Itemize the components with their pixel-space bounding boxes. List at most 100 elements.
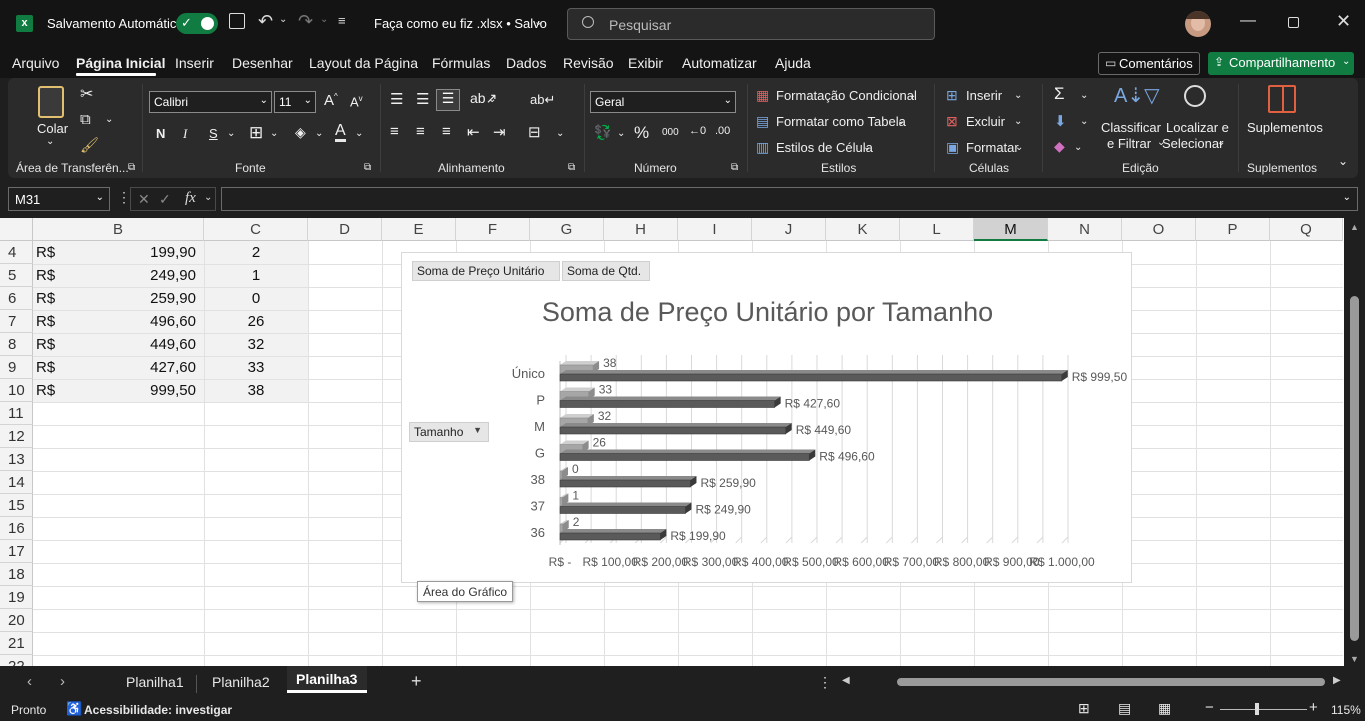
horizontal-scroll-thumb[interactable]	[897, 678, 1325, 686]
find-select-label-1[interactable]: Localizar e	[1166, 120, 1229, 135]
chevron-down-icon[interactable]: ⌄	[1014, 90, 1022, 101]
column-header-m[interactable]: M	[974, 218, 1048, 241]
cell-qty[interactable]: 38	[205, 379, 307, 402]
format-painter-icon[interactable]: 🖌	[80, 136, 99, 154]
name-box[interactable]: M31 ⌄	[8, 187, 110, 211]
tab-dados[interactable]: Dados	[506, 55, 546, 71]
paste-icon[interactable]	[38, 86, 64, 118]
add-sheet-icon[interactable]: +	[411, 671, 422, 692]
delete-cells-icon[interactable]: ⊠	[946, 113, 958, 130]
cell-currency[interactable]: R$	[36, 241, 55, 264]
cell-currency[interactable]: R$	[36, 264, 55, 287]
format-cells-icon[interactable]: ▣	[946, 139, 959, 156]
search-box[interactable]: Pesquisar	[567, 8, 935, 40]
row-header-7[interactable]: 7	[0, 310, 33, 333]
align-left-icon[interactable]: ≡	[390, 123, 399, 140]
insert-cells-icon[interactable]: ⊞	[946, 87, 958, 104]
undo-dropdown-icon[interactable]: ⌄	[279, 14, 287, 25]
next-sheet-icon[interactable]: ›	[60, 673, 65, 690]
font-size-select[interactable]: 11 ⌄	[274, 91, 316, 113]
tab-layout[interactable]: Layout da Página	[309, 55, 418, 71]
redo-dropdown-icon[interactable]: ⌄	[320, 14, 328, 25]
accounting-format-icon[interactable]: 💱	[594, 124, 611, 141]
cell-price[interactable]: 999,50	[110, 379, 196, 402]
cut-icon[interactable]: ✂	[80, 84, 93, 104]
save-icon[interactable]	[229, 13, 245, 29]
cell-qty[interactable]: 2	[205, 241, 307, 264]
row-header-4[interactable]: 4	[0, 241, 33, 264]
borders-icon[interactable]: ⊞	[249, 123, 263, 143]
tab-ajuda[interactable]: Ajuda	[775, 55, 811, 71]
column-header-c[interactable]: C	[204, 218, 308, 241]
cell-currency[interactable]: R$	[36, 333, 55, 356]
format-cells-button[interactable]: Formatar	[966, 140, 1019, 155]
column-header-p[interactable]: P	[1196, 218, 1270, 241]
clear-icon[interactable]: ◆	[1054, 138, 1065, 155]
dialog-launcher-icon[interactable]: ⧉	[364, 162, 371, 173]
cell-qty[interactable]: 1	[205, 264, 307, 287]
vertical-scrollbar[interactable]: ▲ ▼	[1344, 218, 1365, 666]
cell-styles-icon[interactable]: ▥	[756, 139, 769, 156]
page-layout-icon[interactable]: ▤	[1118, 700, 1131, 717]
row-header-12[interactable]: 12	[0, 425, 33, 448]
normal-view-icon[interactable]: ⊞	[1078, 700, 1090, 717]
dialog-launcher-icon[interactable]: ⧉	[568, 162, 575, 173]
column-header-i[interactable]: I	[678, 218, 752, 241]
cell-price[interactable]: 199,90	[110, 241, 196, 264]
tab-automatizar[interactable]: Automatizar	[682, 55, 757, 71]
add-ins-button[interactable]: Suplementos	[1247, 120, 1323, 135]
scroll-left-icon[interactable]: ◀	[842, 675, 850, 686]
active-sheet-tab[interactable]: Planilha3	[287, 666, 367, 693]
cell-price[interactable]: 449,60	[110, 333, 196, 356]
column-header-j[interactable]: J	[752, 218, 826, 241]
zoom-level[interactable]: 115%	[1331, 703, 1361, 717]
decrease-font-icon[interactable]: Av	[350, 94, 363, 109]
row-header-17[interactable]: 17	[0, 540, 33, 563]
find-select-icon[interactable]	[1184, 85, 1206, 107]
cancel-icon[interactable]: ✕	[138, 191, 150, 208]
copy-icon[interactable]: ⧉	[80, 111, 91, 128]
row-header-15[interactable]: 15	[0, 494, 33, 517]
paste-label[interactable]: Colar	[37, 121, 68, 136]
chevron-down-icon[interactable]: ⌄	[1080, 90, 1088, 101]
chevron-down-icon[interactable]: ⌄	[227, 128, 235, 139]
cell-price[interactable]: 427,60	[110, 356, 196, 379]
column-header-f[interactable]: F	[456, 218, 530, 241]
merge-center-icon[interactable]: ⊟	[528, 123, 541, 141]
increase-decimal-icon[interactable]: ←0	[689, 125, 706, 137]
font-name-select[interactable]: Calibri ⌄	[149, 91, 272, 113]
accessibility-icon[interactable]: ♿	[66, 701, 82, 717]
column-header-l[interactable]: L	[900, 218, 974, 241]
chart-plot[interactable]: Único 38 R$ 999,50 P 33 R$ 427,60 M 32 R$ 449,60…	[402, 253, 1133, 584]
thousands-button[interactable]: 000	[662, 127, 679, 138]
cell-price[interactable]: 249,90	[110, 264, 196, 287]
sort-filter-label-2[interactable]: e Filtrar	[1107, 136, 1151, 151]
avatar[interactable]	[1185, 11, 1211, 37]
align-center-icon[interactable]: ≡	[416, 123, 425, 140]
format-as-table-button[interactable]: Formatar como Tabela	[776, 114, 906, 129]
chevron-down-icon[interactable]: ⌄	[908, 90, 916, 101]
sort-filter-icon[interactable]: A⇣▽	[1114, 83, 1159, 108]
dialog-launcher-icon[interactable]: ⧉	[731, 162, 738, 173]
tab-revisao[interactable]: Revisão	[563, 55, 614, 71]
tab-desenhar[interactable]: Desenhar	[232, 55, 293, 71]
row-header-22[interactable]: 22	[0, 655, 33, 666]
column-header-b[interactable]: B	[33, 218, 204, 241]
conditional-format-icon[interactable]: ▦	[756, 87, 769, 104]
row-header-16[interactable]: 16	[0, 517, 33, 540]
accessibility-status[interactable]: Acessibilidade: investigar	[84, 703, 232, 717]
decrease-decimal-icon[interactable]: .00	[715, 125, 730, 137]
cell-qty[interactable]: 0	[205, 287, 307, 310]
chevron-down-icon[interactable]: ⌄	[556, 128, 564, 139]
customize-toolbar-icon[interactable]: ≡	[338, 13, 346, 28]
close-icon[interactable]: ✕	[1336, 11, 1351, 32]
formula-input[interactable]: ⌄	[221, 187, 1358, 211]
pivot-chart[interactable]: Soma de Preço Unitário Soma de Qtd. Tama…	[401, 252, 1132, 583]
more-options-icon[interactable]: ⋮	[818, 674, 832, 691]
column-header-g[interactable]: G	[530, 218, 604, 241]
cell-currency[interactable]: R$	[36, 379, 55, 402]
row-header-19[interactable]: 19	[0, 586, 33, 609]
zoom-slider-thumb[interactable]	[1255, 703, 1259, 715]
scroll-up-icon[interactable]: ▲	[1350, 222, 1359, 232]
column-header-h[interactable]: H	[604, 218, 678, 241]
